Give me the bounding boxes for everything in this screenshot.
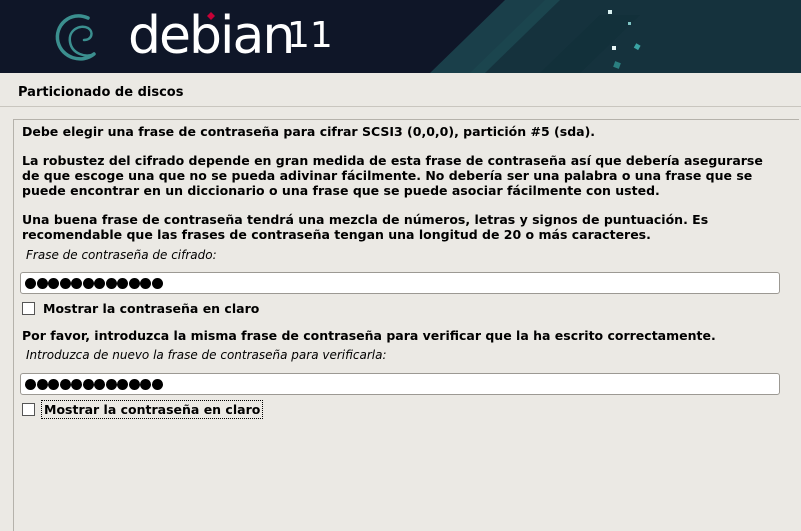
- mask-dot: [48, 278, 59, 289]
- mask-dot: [25, 278, 36, 289]
- mask-dot: [36, 278, 48, 289]
- verify-passphrase-label: Introduzca de nuevo la frase de contrase…: [26, 348, 387, 362]
- mask-dot: [128, 278, 140, 289]
- mask-dot: [105, 379, 117, 390]
- passphrase-label: Frase de contraseña de cifrado:: [26, 248, 217, 262]
- debian-swirl-icon: [55, 14, 96, 61]
- mask-dot: [140, 379, 151, 390]
- mask-dot: [94, 379, 105, 390]
- mask-dot: [25, 379, 36, 390]
- mask-dot: [71, 278, 82, 289]
- mask-dot: [82, 278, 94, 289]
- show-verify-passphrase-label[interactable]: Mostrar la contraseña en claro: [40, 399, 264, 419]
- version-number: 11: [287, 15, 333, 56]
- mask-dot: [59, 379, 71, 390]
- divider: [0, 106, 801, 107]
- intro-text: Debe elegir una frase de contraseña para…: [22, 124, 596, 139]
- mask-dot: [140, 278, 151, 289]
- passphrase-input[interactable]: [20, 272, 780, 294]
- mask-dot: [128, 379, 140, 390]
- mask-dot: [151, 278, 163, 289]
- masked-value: [25, 278, 163, 290]
- mask-dot: [117, 379, 128, 390]
- mask-dot: [94, 278, 105, 289]
- mask-dot: [59, 278, 71, 289]
- verify-passphrase-input[interactable]: [20, 373, 780, 395]
- mask-dot: [48, 379, 59, 390]
- mask-dot: [71, 379, 82, 390]
- mask-dot: [151, 379, 163, 390]
- show-passphrase-checkbox[interactable]: [22, 301, 35, 315]
- mask-dot: [117, 278, 128, 289]
- show-verify-passphrase-checkbox[interactable]: [22, 402, 35, 416]
- header-banner: debian 11: [0, 0, 801, 73]
- show-verify-passphrase-checkbox-row[interactable]: Mostrar la contraseña en claro: [22, 399, 264, 419]
- page-title: Particionado de discos: [18, 85, 184, 100]
- masked-value: [25, 379, 163, 391]
- robustness-text: La robustez del cifrado depende en gran …: [22, 153, 763, 198]
- show-passphrase-label[interactable]: Mostrar la contraseña en claro: [43, 301, 259, 316]
- good-phrase-text: Una buena frase de contraseña tendrá una…: [22, 212, 709, 242]
- banner-decoration: [430, 0, 801, 73]
- show-passphrase-checkbox-row[interactable]: Mostrar la contraseña en claro: [22, 300, 259, 316]
- mask-dot: [36, 379, 48, 390]
- mask-dot: [82, 379, 94, 390]
- verify-text: Por favor, introduzca la misma frase de …: [22, 328, 716, 343]
- red-diamond-icon: [207, 12, 215, 20]
- mask-dot: [105, 278, 117, 289]
